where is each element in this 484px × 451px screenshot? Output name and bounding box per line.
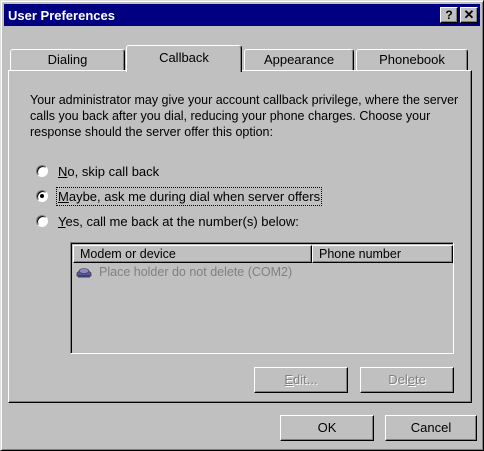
radio-no-callback[interactable]: [36, 165, 48, 177]
title-bar: User Preferences ? ✕: [4, 4, 480, 26]
option-maybe-callback[interactable]: Maybe, ask me during dial when server of…: [36, 186, 323, 206]
option-maybe-callback-label: Maybe, ask me during dial when server of…: [55, 186, 323, 206]
tab-appearance[interactable]: Appearance: [244, 49, 354, 71]
tab-dialing[interactable]: Dialing: [10, 49, 125, 71]
callback-number-list[interactable]: Modem or device Phone number Place holde…: [70, 242, 454, 354]
option-yes-callback-label: Yes, call me back at the number(s) below…: [58, 213, 299, 229]
option-yes-callback[interactable]: Yes, call me back at the number(s) below…: [36, 212, 299, 230]
tab-phonebook[interactable]: Phonebook: [356, 49, 468, 71]
list-item-device: Place holder do not delete (COM2): [99, 265, 293, 279]
help-button[interactable]: ?: [440, 7, 458, 23]
radio-maybe-callback[interactable]: [36, 190, 48, 202]
tab-callback[interactable]: Callback: [126, 45, 242, 72]
column-header-phone[interactable]: Phone number: [312, 245, 453, 263]
radio-selected-dot: [40, 194, 44, 198]
cancel-button[interactable]: Cancel: [385, 415, 477, 441]
delete-button[interactable]: Delete: [360, 367, 454, 393]
list-header: Modem or device Phone number: [73, 245, 453, 263]
window-title: User Preferences: [8, 7, 115, 23]
radio-yes-callback[interactable]: [36, 215, 48, 227]
ok-button[interactable]: OK: [280, 415, 374, 441]
tab-strip: Dialing Callback Appearance Phonebook: [8, 45, 472, 72]
callback-description: Your administrator may give your account…: [30, 93, 459, 139]
column-header-device[interactable]: Modem or device: [73, 245, 312, 263]
option-no-callback-label: No, skip call back: [58, 163, 160, 179]
edit-button[interactable]: Edit...: [254, 367, 348, 393]
list-item[interactable]: Place holder do not delete (COM2): [75, 265, 292, 279]
close-button[interactable]: ✕: [460, 7, 478, 23]
modem-icon: [76, 268, 92, 278]
option-no-callback[interactable]: No, skip call back: [36, 162, 159, 180]
